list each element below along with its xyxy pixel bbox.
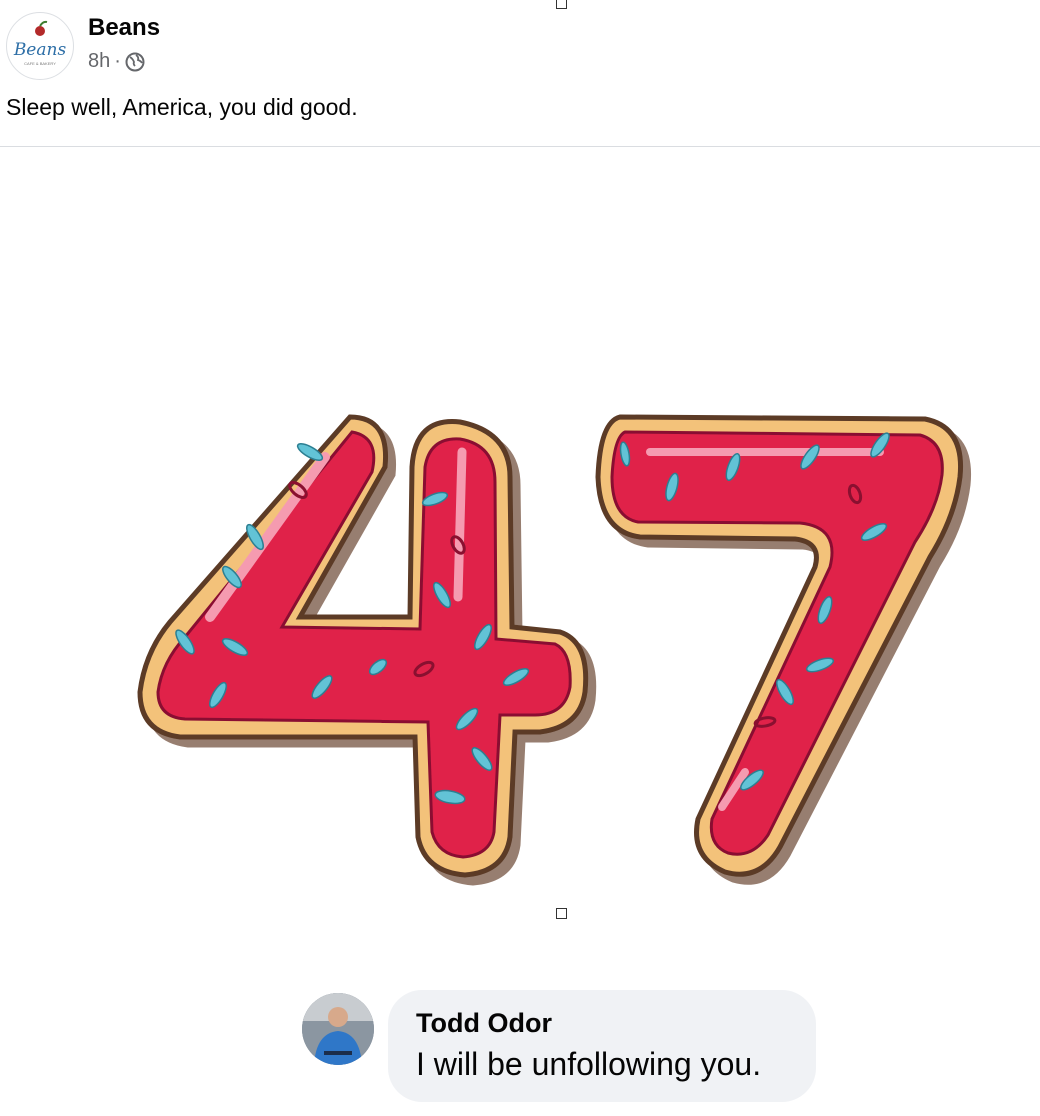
comment-bubble: Todd Odor I will be unfollowing you. xyxy=(388,990,816,1102)
comment-author[interactable]: Todd Odor xyxy=(416,1008,552,1039)
beans-logo-icon: Beans CAFE & BAKERY xyxy=(13,20,67,66)
page-name[interactable]: Beans xyxy=(88,14,160,42)
commenter-avatar[interactable] xyxy=(302,993,374,1065)
globe-icon[interactable] xyxy=(125,52,145,72)
svg-text:Beans: Beans xyxy=(13,40,67,60)
donut-47-image xyxy=(137,414,964,878)
meta-separator: · xyxy=(114,50,121,72)
comment-text: I will be unfollowing you. xyxy=(416,1046,762,1082)
post-text: Sleep well, America, you did good. xyxy=(6,94,358,120)
page-avatar[interactable]: Beans CAFE & BAKERY xyxy=(6,12,74,80)
svg-text:CAFE & BAKERY: CAFE & BAKERY xyxy=(24,61,56,66)
selection-handle-top xyxy=(556,0,567,9)
person-avatar-icon xyxy=(302,993,374,1065)
digit-four xyxy=(137,414,589,878)
post-time[interactable]: 8h xyxy=(88,50,110,73)
digit-seven xyxy=(595,414,964,877)
post-header: Beans CAFE & BAKERY Beans 8h · xyxy=(6,10,606,80)
post-meta: 8h · xyxy=(88,50,145,73)
post-image[interactable] xyxy=(0,147,1040,967)
